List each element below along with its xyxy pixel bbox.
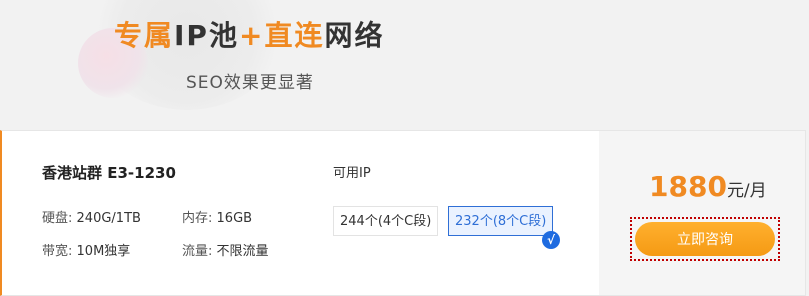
banner-title-part4: 网络 — [324, 19, 385, 52]
banner-subtitle: SEO效果更显著 — [186, 73, 314, 93]
banner-title: 专属IP池+直连网络 — [114, 14, 384, 54]
price-amount: 1880 — [649, 170, 727, 203]
ip-label: 可用IP — [333, 166, 371, 181]
spec-traffic: 流量: 不限流量 — [182, 240, 269, 259]
banner-title-part3: 直连 — [264, 19, 325, 52]
spec-traffic-label: 流量: — [182, 244, 213, 259]
product-name: 香港站群 E3-1230 — [42, 164, 176, 182]
spec-memory-value: 16GB — [216, 211, 253, 226]
spec-bandwidth-label: 带宽: — [42, 244, 73, 259]
spec-traffic-value: 不限流量 — [216, 244, 269, 259]
spec-memory: 内存: 16GB — [182, 207, 252, 226]
spec-disk-value: 240G/1TB — [76, 211, 141, 226]
banner-title-part1: 专属 — [114, 19, 175, 52]
ip-option-244[interactable]: 244个(4个C段) — [333, 206, 438, 236]
spec-bandwidth-value: 10M独享 — [76, 244, 131, 259]
spec-disk: 硬盘: 240G/1TB — [42, 207, 141, 226]
product-card: 香港站群 E3-1230 硬盘: 240G/1TB 内存: 16GB 带宽: 1… — [0, 130, 806, 296]
consult-button[interactable]: 立即咨询 — [635, 222, 775, 256]
banner-title-part2: IP池 — [174, 19, 239, 52]
price-unit: 元/月 — [726, 181, 767, 201]
spec-bandwidth: 带宽: 10M独享 — [42, 240, 130, 259]
price: 1880元/月 — [649, 170, 767, 203]
ip-option-232-selected[interactable]: 232个(8个C段) — [448, 206, 553, 236]
consult-button-focus-outline: 立即咨询 — [630, 217, 780, 261]
banner-title-plus: + — [238, 19, 265, 52]
spec-disk-label: 硬盘: — [42, 211, 73, 226]
spec-memory-label: 内存: — [182, 211, 213, 226]
check-icon: √ — [542, 231, 560, 249]
price-panel — [599, 131, 805, 295]
